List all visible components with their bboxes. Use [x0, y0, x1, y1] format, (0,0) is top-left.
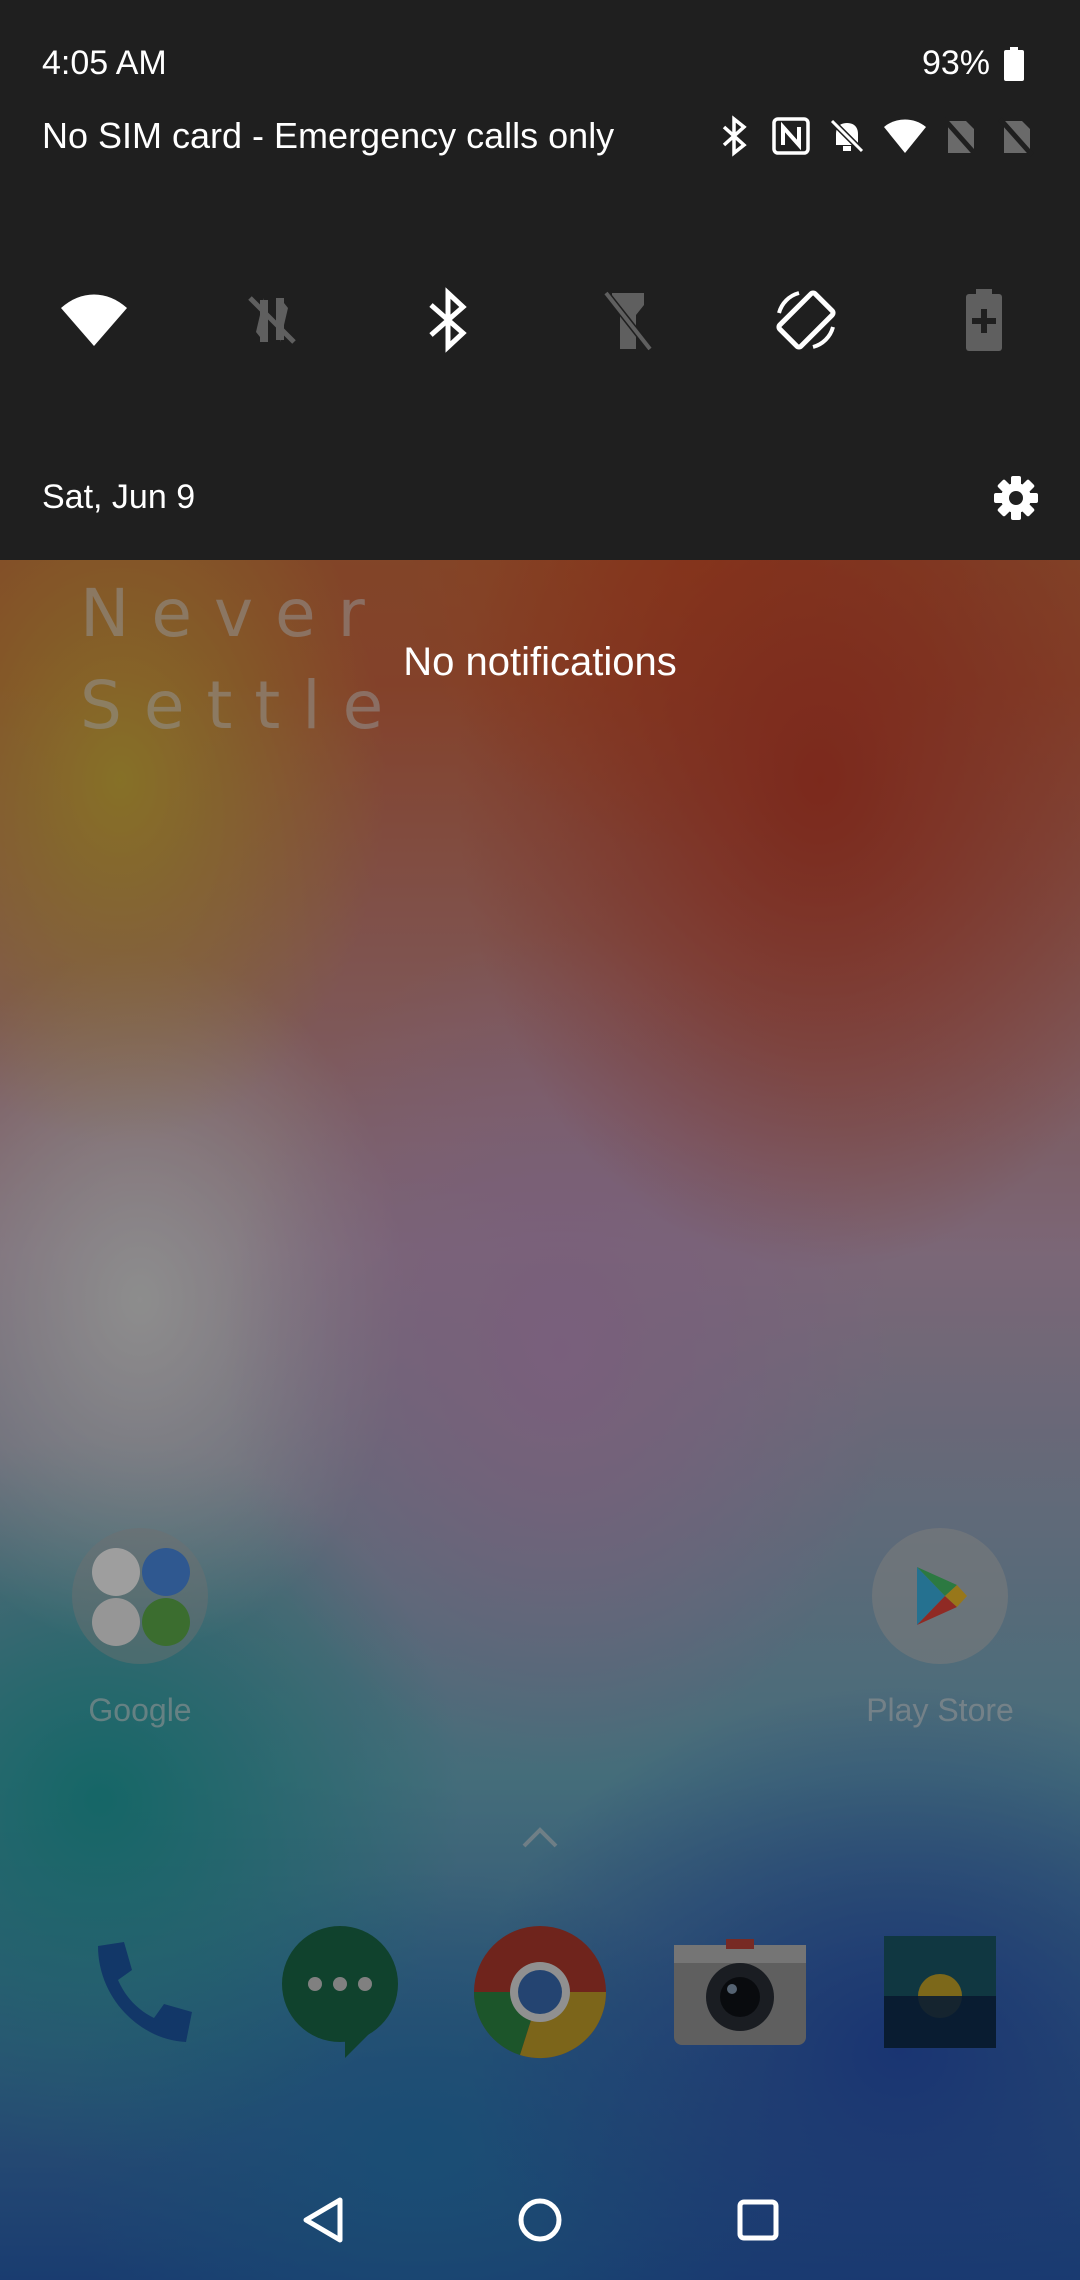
- notifications-off-icon: [826, 115, 868, 157]
- qs-tile-flashlight[interactable]: [578, 270, 678, 370]
- qs-tile-mobile-data[interactable]: [222, 270, 322, 370]
- no-sim-icon: [938, 115, 980, 157]
- bluetooth-icon: [714, 115, 756, 157]
- settings-gear-icon[interactable]: [990, 472, 1042, 524]
- carrier-text: No SIM card - Emergency calls only: [42, 115, 615, 156]
- qs-date[interactable]: Sat, Jun 9: [42, 478, 195, 517]
- battery-saver-icon: [966, 289, 1002, 351]
- back-icon: [303, 2197, 343, 2243]
- wifi-icon: [882, 115, 926, 157]
- qs-tile-auto-rotate[interactable]: [756, 270, 856, 370]
- battery-icon: [1004, 47, 1024, 81]
- mobile-data-off-icon: [248, 296, 296, 344]
- recents-icon: [737, 2199, 779, 2241]
- status-icons: [714, 115, 1036, 157]
- quick-settings-row: [0, 270, 1080, 370]
- home-button[interactable]: [508, 2188, 572, 2252]
- navigation-bar: [0, 2160, 1080, 2280]
- back-button[interactable]: [292, 2188, 356, 2252]
- qs-tile-wifi[interactable]: [44, 270, 144, 370]
- quick-settings-panel: 4:05 AM 93% No SIM card - Emergency call…: [0, 0, 1080, 560]
- bluetooth-icon: [429, 287, 467, 353]
- nfc-icon: [770, 115, 812, 157]
- wifi-icon: [61, 294, 127, 346]
- qs-tile-bluetooth[interactable]: [398, 270, 498, 370]
- no-sim-icon: [994, 115, 1036, 157]
- qs-tile-battery-saver[interactable]: [934, 270, 1034, 370]
- status-time: 4:05 AM: [42, 44, 167, 82]
- recents-button[interactable]: [726, 2188, 790, 2252]
- no-notifications-text: No notifications: [403, 640, 677, 684]
- home-icon: [518, 2198, 562, 2242]
- auto-rotate-icon: [776, 290, 836, 350]
- flashlight-off-icon: [603, 290, 653, 352]
- status-battery-percent: 93%: [921, 44, 990, 82]
